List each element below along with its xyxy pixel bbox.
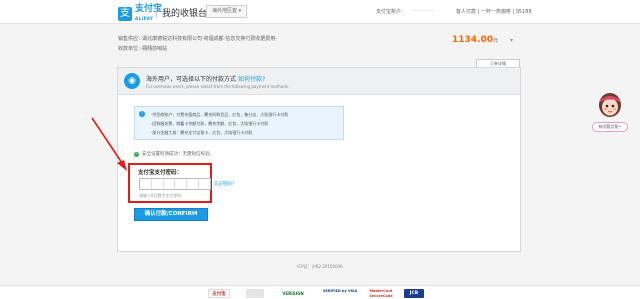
jcb-badge: JCB <box>404 289 424 298</box>
arrow-shaft <box>91 117 125 167</box>
visa-badge: VERIFIED by VISA <box>322 289 358 293</box>
verisign-badge: VERISIGN <box>282 291 304 296</box>
footer-bar <box>0 285 640 299</box>
assistant-bubble[interactable]: 有问题点我~ <box>592 122 628 132</box>
assistant-avatar-icon <box>599 93 621 117</box>
alipay-badge: 支付宝 <box>208 289 230 298</box>
badge-seal <box>246 289 264 298</box>
mastercard-badge: MasterCard SecureCode <box>369 289 393 298</box>
annotation-arrow <box>91 117 127 171</box>
arrow-head <box>117 160 127 171</box>
icp-text: ICP证：沪B2-20150046 <box>297 264 343 269</box>
assistant-widget[interactable]: 有问题点我~ <box>592 92 628 146</box>
